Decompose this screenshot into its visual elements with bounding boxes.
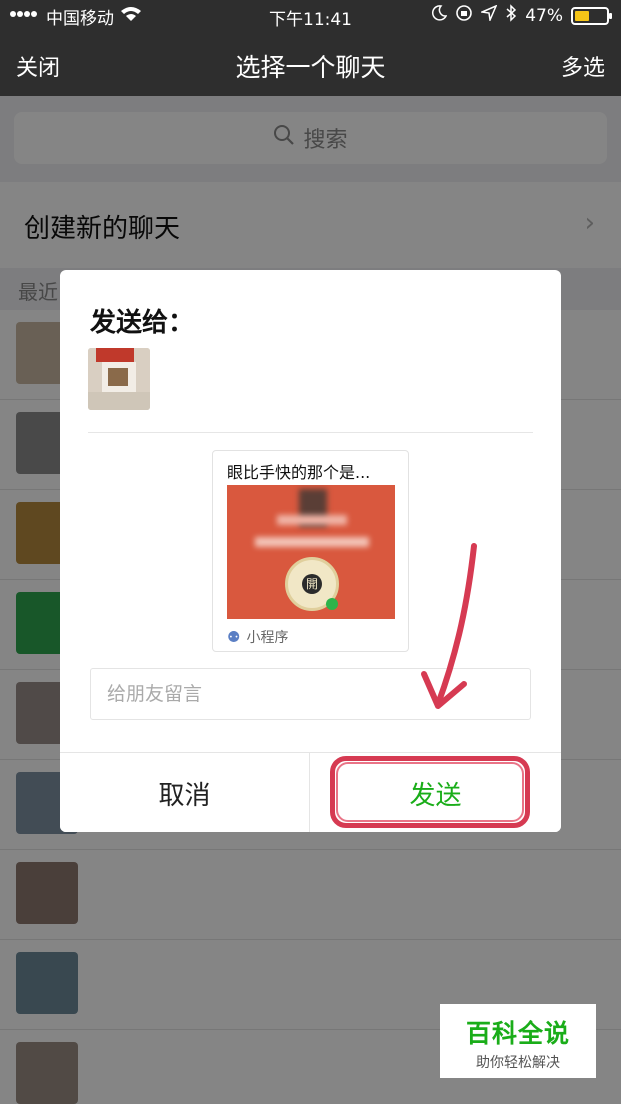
bluetooth-icon [505, 4, 517, 27]
qr-code-icon: 開 [285, 557, 339, 611]
status-bar: 中国移动 下午11:41 47% [0, 0, 621, 32]
battery-fill [575, 10, 590, 21]
card-title: 眼比手快的那个是... [227, 463, 371, 482]
battery-icon [571, 6, 612, 25]
card-blur-element [277, 515, 347, 525]
watermark: 百科全说 助你轻松解决 [440, 1004, 596, 1078]
rotation-lock-icon [455, 4, 473, 27]
multi-select-button[interactable]: 多选 [561, 50, 605, 82]
card-footer-label: 小程序 [246, 630, 289, 646]
dialog-divider [88, 432, 533, 433]
watermark-subtitle: 助你轻松解决 [476, 1055, 560, 1071]
mini-program-card: 眼比手快的那个是... 開 ⚉ 小程序 [212, 450, 409, 652]
arrow-annotation-icon [421, 543, 477, 709]
page-title: 选择一个聊天 [235, 53, 386, 82]
card-image: 開 [227, 485, 395, 619]
nav-bar: 关闭 选择一个聊天 多选 [0, 32, 621, 96]
qr-center-glyph: 開 [302, 574, 322, 594]
send-highlight-box-inner [336, 762, 524, 822]
battery-percent: 47% [525, 5, 563, 26]
moon-icon [431, 5, 448, 26]
status-right: 47% [431, 4, 612, 27]
mini-program-icon: ⚉ [227, 628, 241, 646]
card-blur-element [255, 537, 369, 547]
watermark-title: 百科全说 [465, 1019, 570, 1048]
card-footer: ⚉ 小程序 [227, 627, 288, 647]
cancel-button[interactable]: 取消 [60, 753, 310, 832]
dialog-title: 发送给： [90, 308, 195, 338]
location-icon [479, 4, 498, 26]
qr-badge [326, 598, 338, 610]
recipient-avatar [88, 348, 150, 410]
